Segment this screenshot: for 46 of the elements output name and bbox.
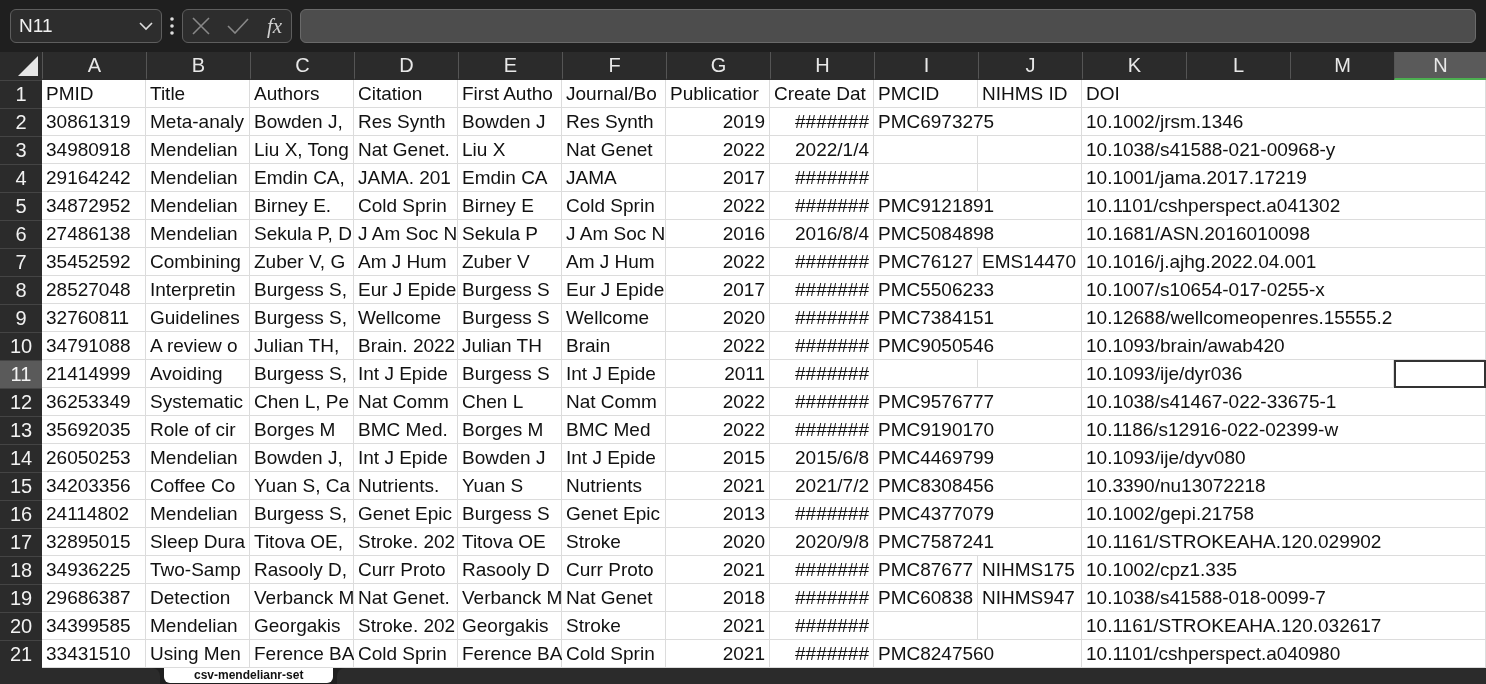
- row-header[interactable]: 13: [0, 416, 42, 444]
- chevron-down-icon: [139, 21, 153, 31]
- formula-input[interactable]: [300, 9, 1476, 43]
- column-header[interactable]: H: [770, 52, 874, 80]
- row-header[interactable]: 6: [0, 220, 42, 248]
- row-header[interactable]: 16: [0, 500, 42, 528]
- row-header[interactable]: 7: [0, 248, 42, 276]
- row-header[interactable]: 21: [0, 640, 42, 668]
- row-header[interactable]: 1: [0, 80, 42, 108]
- column-header[interactable]: D: [354, 52, 458, 80]
- row-header[interactable]: 19: [0, 584, 42, 612]
- column-header[interactable]: A: [42, 52, 146, 80]
- sheet-tab[interactable]: csv-mendelianr-set: [164, 668, 334, 683]
- row-header[interactable]: 2: [0, 108, 42, 136]
- insert-function-button[interactable]: fx: [267, 13, 283, 39]
- row-header[interactable]: 9: [0, 304, 42, 332]
- selected-cell[interactable]: [1394, 360, 1486, 388]
- row-header[interactable]: 8: [0, 276, 42, 304]
- row-header[interactable]: 3: [0, 136, 42, 164]
- horizontal-scrollbar[interactable]: [337, 668, 1486, 684]
- row-header[interactable]: 4: [0, 164, 42, 192]
- row-header[interactable]: 14: [0, 444, 42, 472]
- row-header[interactable]: 10: [0, 332, 42, 360]
- row-header[interactable]: 5: [0, 192, 42, 220]
- column-header[interactable]: F: [562, 52, 666, 80]
- column-header[interactable]: E: [458, 52, 562, 80]
- row-header[interactable]: 15: [0, 472, 42, 500]
- row-header[interactable]: 12: [0, 388, 42, 416]
- column-header[interactable]: M: [1290, 52, 1394, 80]
- row-header[interactable]: 11: [0, 360, 42, 388]
- row-header[interactable]: 20: [0, 612, 42, 640]
- column-header[interactable]: N: [1394, 52, 1486, 80]
- check-icon[interactable]: [227, 18, 250, 34]
- row-header[interactable]: 18: [0, 556, 42, 584]
- column-header[interactable]: C: [250, 52, 354, 80]
- select-all-icon[interactable]: [18, 56, 38, 76]
- column-header[interactable]: I: [874, 52, 978, 80]
- column-header[interactable]: J: [978, 52, 1082, 80]
- row-header[interactable]: 17: [0, 528, 42, 556]
- column-header[interactable]: L: [1186, 52, 1290, 80]
- column-header[interactable]: K: [1082, 52, 1186, 80]
- column-header[interactable]: G: [666, 52, 770, 80]
- name-box[interactable]: N11: [10, 9, 162, 43]
- close-icon[interactable]: [191, 17, 210, 35]
- more-options-icon[interactable]: [170, 17, 174, 35]
- column-header[interactable]: B: [146, 52, 250, 80]
